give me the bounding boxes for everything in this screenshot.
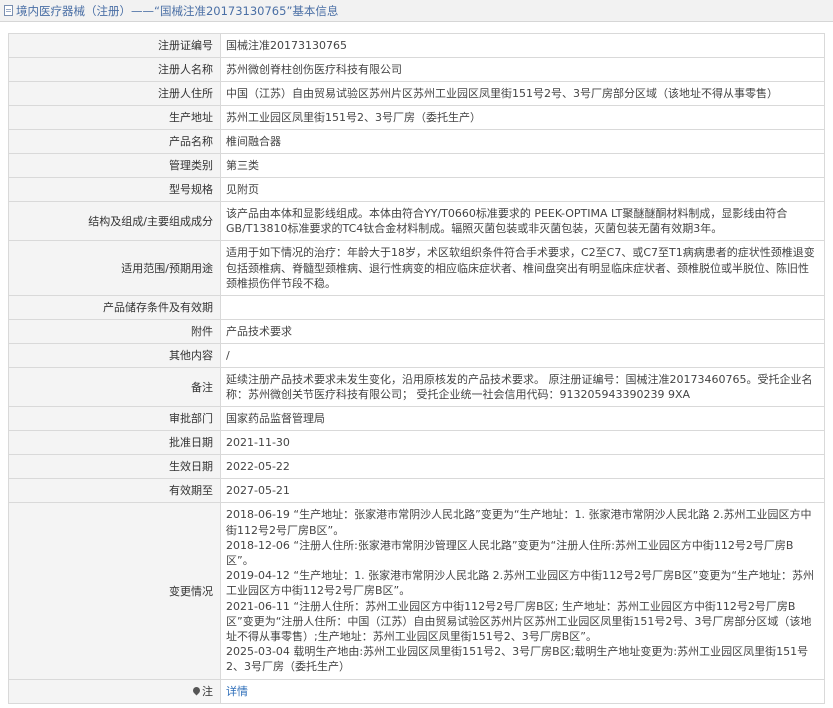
row-value: 苏州微创脊柱创伤医疗科技有限公司 — [220, 57, 825, 82]
table-row: 注册人住所 中国（江苏）自由贸易试验区苏州片区苏州工业园区凤里街151号2号、3号… — [8, 81, 825, 106]
details-link[interactable]: 详情 — [226, 685, 248, 698]
table-row: 注册人名称 苏州微创脊柱创伤医疗科技有限公司 — [8, 57, 825, 82]
row-label: 审批部门 — [8, 406, 221, 432]
table-row: 生产地址 苏州工业园区凤里街151号2、3号厂房（委托生产） — [8, 105, 825, 130]
row-label: 型号规格 — [8, 177, 221, 202]
table-row: 备注 延续注册产品技术要求未发生变化，沿用原核发的产品技术要求。 原注册证编号：国… — [8, 367, 825, 408]
note-label: 注 — [202, 684, 213, 698]
table-row: 管理类别 第三类 — [8, 153, 825, 178]
row-value: 2021-11-30 — [220, 430, 825, 456]
change-entry: 2018-12-06 “注册人住所:张家港市常阴沙管理区人民北路”变更为“注册人… — [226, 538, 794, 568]
table-row: 其他内容 / — [8, 343, 825, 369]
document-icon — [4, 5, 13, 16]
change-entry: 2019-04-12 “生产地址：1. 张家港市常阴沙人民北路 2.苏州工业园区… — [226, 569, 815, 598]
row-label: 注册人住所 — [8, 81, 221, 106]
row-label: 注册证编号 — [8, 33, 221, 58]
row-label: 结构及组成/主要组成成分 — [8, 200, 221, 242]
row-value: 2022-05-22 — [220, 454, 825, 480]
row-label: 适用范围/预期用途 — [8, 240, 221, 297]
table-row: 注册证编号 国械注准20173130765 — [8, 33, 825, 58]
change-entry: 2018-06-19 “生产地址：张家港市常阴沙人民北路”变更为“生产地址：1.… — [226, 508, 812, 537]
page-title: 境内医疗器械（注册）——“国械注准20173130765”基本信息 — [16, 3, 339, 18]
row-label: 附件 — [8, 319, 221, 345]
detail-container: 注册证编号 国械注准20173130765 注册人名称 苏州微创脊柱创伤医疗科技有限公… — [0, 22, 833, 704]
table-row: 生效日期 2022-05-22 — [8, 454, 825, 480]
change-entry: 2021-06-11 “注册人住所：苏州工业园区方中街112号2号厂房B区; 生… — [226, 599, 812, 644]
row-value: 适用于如下情况的治疗：年龄大于18岁，术区软组织条件符合手术要求，C2至C7、或… — [220, 240, 825, 297]
page-title-bar: 境内医疗器械（注册）——“国械注准20173130765”基本信息 — [0, 0, 833, 22]
pin-icon — [193, 687, 200, 696]
note-value-cell: 详情 — [220, 678, 825, 704]
row-value: / — [220, 343, 825, 369]
row-value: 苏州工业园区凤里街151号2、3号厂房（委托生产） — [220, 105, 825, 130]
change-history: 2018-06-19 “生产地址：张家港市常阴沙人民北路”变更为“生产地址：1.… — [220, 502, 825, 680]
row-value — [220, 295, 825, 321]
row-value: 见附页 — [220, 177, 825, 202]
row-value: 中国（江苏）自由贸易试验区苏州片区苏州工业园区凤里街151号2号、3号厂房部分区… — [220, 81, 825, 106]
row-label: 有效期至 — [8, 478, 221, 504]
table-row: 产品储存条件及有效期 — [8, 295, 825, 321]
row-value: 椎间融合器 — [220, 129, 825, 154]
row-label: 其他内容 — [8, 343, 221, 369]
row-value: 延续注册产品技术要求未发生变化，沿用原核发的产品技术要求。 原注册证编号：国械注… — [220, 367, 825, 408]
row-value: 国械注准20173130765 — [220, 33, 825, 58]
row-value: 第三类 — [220, 153, 825, 178]
row-label: 生产地址 — [8, 105, 221, 130]
note-label-cell: 注 — [8, 678, 221, 704]
row-label: 备注 — [8, 367, 221, 408]
row-label: 批准日期 — [8, 430, 221, 456]
row-label: 注册人名称 — [8, 57, 221, 82]
row-value: 2027-05-21 — [220, 478, 825, 504]
table-row: 产品名称 椎间融合器 — [8, 129, 825, 154]
table-row: 型号规格 见附页 — [8, 177, 825, 202]
row-label: 产品储存条件及有效期 — [8, 295, 221, 321]
table-row-changes: 变更情况 2018-06-19 “生产地址：张家港市常阴沙人民北路”变更为“生产地… — [8, 502, 825, 680]
row-label: 生效日期 — [8, 454, 221, 480]
table-row: 审批部门 国家药品监督管理局 — [8, 406, 825, 432]
table-row-note: 注详情 — [8, 678, 825, 704]
change-entry: 2025-03-04 载明生产地由:苏州工业园区凤里街151号2、3号厂房B区;… — [226, 645, 809, 674]
table-row: 结构及组成/主要组成成分 该产品由本体和显影线组成。本体由符合YY/T0660标准… — [8, 200, 825, 242]
row-label: 变更情况 — [8, 502, 221, 680]
row-value: 产品技术要求 — [220, 319, 825, 345]
table-row: 附件 产品技术要求 — [8, 319, 825, 345]
detail-table: 注册证编号 国械注准20173130765 注册人名称 苏州微创脊柱创伤医疗科技有限公… — [8, 33, 825, 704]
row-value: 国家药品监督管理局 — [220, 406, 825, 432]
row-label: 管理类别 — [8, 153, 221, 178]
table-row: 有效期至 2027-05-21 — [8, 478, 825, 504]
row-label: 产品名称 — [8, 129, 221, 154]
row-value: 该产品由本体和显影线组成。本体由符合YY/T0660标准要求的 PEEK-OPT… — [220, 200, 825, 242]
detail-table-body: 注册证编号 国械注准20173130765 注册人名称 苏州微创脊柱创伤医疗科技有限公… — [8, 33, 825, 704]
table-row: 批准日期 2021-11-30 — [8, 430, 825, 456]
table-row: 适用范围/预期用途 适用于如下情况的治疗：年龄大于18岁，术区软组织条件符合手术要… — [8, 240, 825, 297]
